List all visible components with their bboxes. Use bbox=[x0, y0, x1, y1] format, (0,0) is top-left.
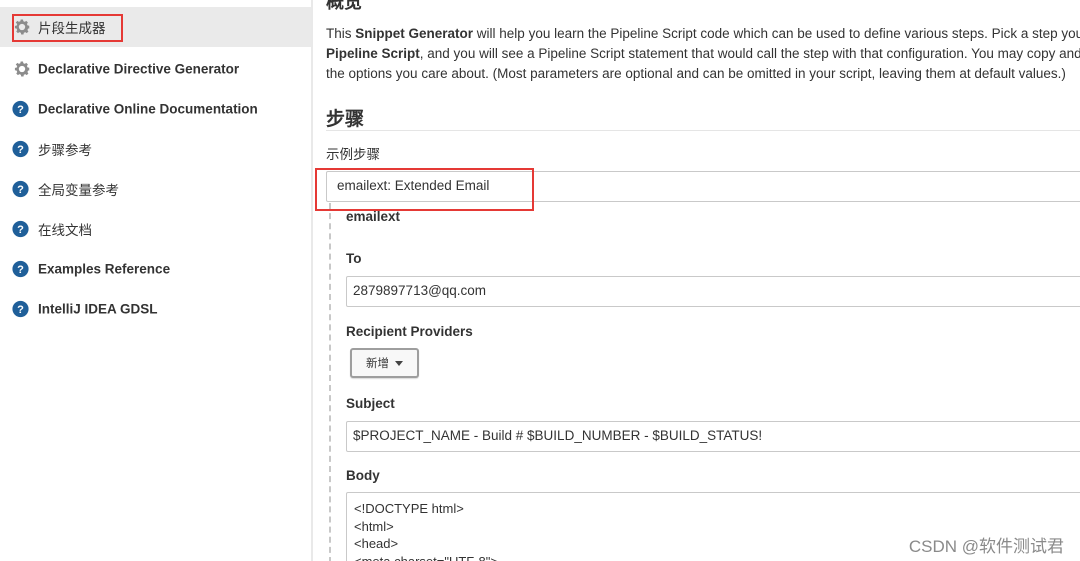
subject-label: Subject bbox=[346, 396, 395, 411]
body-label: Body bbox=[346, 468, 380, 483]
sidebar-item-step-reference[interactable]: ? 步骤参考 bbox=[0, 129, 311, 169]
sidebar-item-snippet-generator[interactable]: 片段生成器 bbox=[0, 7, 311, 47]
help-icon: ? bbox=[12, 140, 29, 158]
sidebar-item-label: Declarative Online Documentation bbox=[38, 101, 258, 117]
sidebar-item-declarative-directive-generator[interactable]: Declarative Directive Generator bbox=[0, 49, 311, 89]
subject-input[interactable]: $PROJECT_NAME - Build # $BUILD_NUMBER - … bbox=[346, 421, 1080, 452]
step-name-label: emailext bbox=[346, 209, 401, 224]
gear-icon bbox=[14, 19, 30, 35]
sidebar-item-label: 片段生成器 bbox=[38, 21, 106, 36]
help-icon: ? bbox=[12, 260, 29, 278]
sample-step-label: 示例步骤 bbox=[326, 147, 380, 162]
sidebar-item-label: Declarative Directive Generator bbox=[38, 61, 240, 77]
to-label: To bbox=[346, 251, 362, 266]
chevron-down-icon bbox=[395, 360, 403, 366]
sidebar-item-intellij-gdsl[interactable]: ? IntelliJ IDEA GDSL bbox=[0, 289, 311, 329]
svg-text:?: ? bbox=[17, 184, 24, 196]
add-provider-button[interactable]: 新增 bbox=[350, 348, 419, 378]
sidebar-item-global-variable-reference[interactable]: ? 全局变量参考 bbox=[0, 169, 311, 209]
page-title: 概览 bbox=[326, 0, 362, 12]
sidebar-item-label: 在线文档 bbox=[38, 223, 92, 238]
help-icon: ? bbox=[12, 300, 29, 318]
sidebar-item-examples-reference[interactable]: ? Examples Reference bbox=[0, 249, 311, 289]
help-icon: ? bbox=[12, 220, 29, 238]
help-icon: ? bbox=[12, 180, 29, 198]
svg-text:?: ? bbox=[17, 304, 24, 316]
gear-icon bbox=[14, 61, 30, 77]
sidebar-item-declarative-online-documentation[interactable]: ? Declarative Online Documentation bbox=[0, 89, 311, 129]
sidebar-item-label: IntelliJ IDEA GDSL bbox=[38, 301, 158, 317]
sidebar-item-label: 步骤参考 bbox=[38, 143, 92, 158]
svg-text:?: ? bbox=[17, 224, 24, 236]
intro-paragraph: This Snippet Generator will help you lea… bbox=[326, 26, 1080, 81]
sidebar: 片段生成器 Declarative Directive Generator ? … bbox=[0, 0, 311, 561]
sample-step-select[interactable]: emailext: Extended Email bbox=[326, 171, 1080, 202]
steps-heading: 步骤 bbox=[326, 109, 365, 130]
add-button-label: 新增 bbox=[366, 358, 389, 370]
watermark: CSDN @软件测试君 bbox=[908, 537, 1064, 556]
divider bbox=[326, 130, 1080, 131]
sidebar-item-online-docs[interactable]: ? 在线文档 bbox=[0, 209, 311, 249]
section-dashed-line bbox=[329, 203, 331, 561]
main-content: 概览 This Snippet Generator will help you … bbox=[313, 0, 1080, 561]
sidebar-item-label: 全局变量参考 bbox=[38, 183, 119, 198]
svg-text:?: ? bbox=[17, 264, 24, 276]
to-input[interactable]: 2879897713@qq.com bbox=[346, 276, 1080, 307]
svg-text:?: ? bbox=[17, 144, 24, 156]
help-icon: ? bbox=[12, 100, 29, 118]
sidebar-item-label: Examples Reference bbox=[38, 261, 171, 277]
svg-text:?: ? bbox=[17, 104, 24, 116]
recipient-providers-label: Recipient Providers bbox=[346, 324, 473, 339]
